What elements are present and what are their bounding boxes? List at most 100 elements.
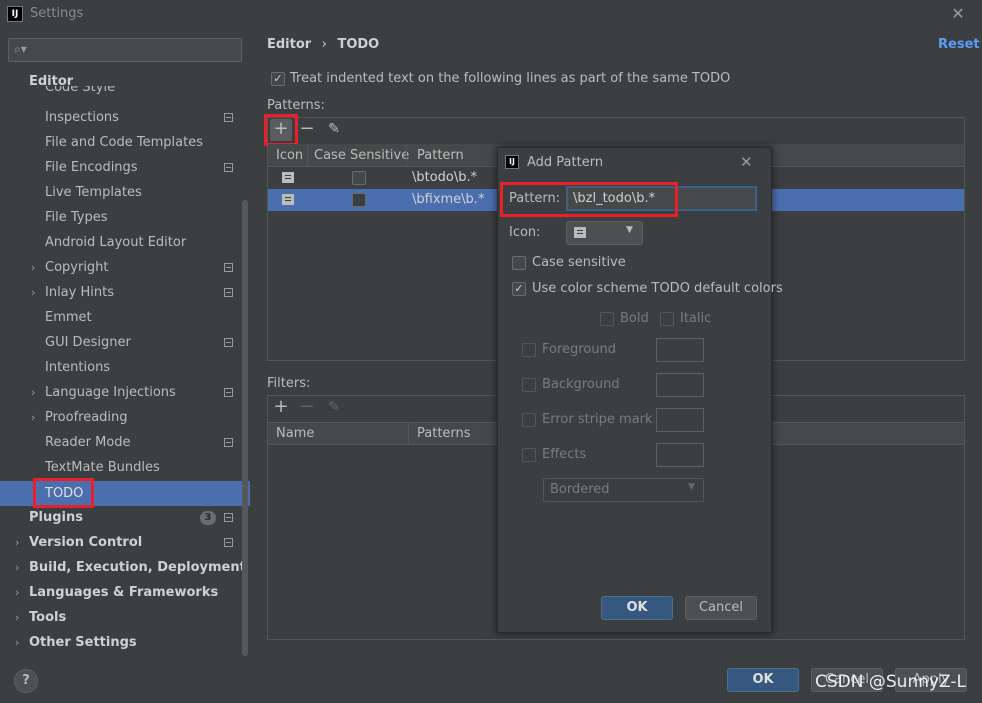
- sidebar-item-android-layout-editor[interactable]: Android Layout Editor: [0, 230, 250, 255]
- sidebar-item-inlay-hints[interactable]: › Inlay Hints: [0, 280, 250, 305]
- chevron-right-icon[interactable]: ›: [15, 630, 19, 655]
- plugins-update-badge: 3: [200, 511, 216, 525]
- error-stripe-checkbox[interactable]: [522, 413, 536, 427]
- sidebar-item-file-code-templates[interactable]: File and Code Templates: [0, 130, 250, 155]
- search-icon: ⌕▾: [14, 42, 27, 56]
- breadcrumb: Editor › TODO: [267, 37, 379, 52]
- dialog-title: Add Pattern: [527, 155, 604, 170]
- bold-checkbox[interactable]: [600, 312, 614, 326]
- close-icon[interactable]: ✕: [948, 4, 968, 24]
- indent-todo-label: Treat indented text on the following lin…: [290, 71, 731, 86]
- todo-icon: [574, 227, 586, 238]
- case-sensitive-checkbox[interactable]: [352, 193, 366, 207]
- error-stripe-label: Error stripe mark: [542, 412, 653, 427]
- column-header-icon[interactable]: Icon: [276, 148, 303, 163]
- window-title: Settings: [30, 6, 84, 21]
- column-header-patterns[interactable]: Patterns: [417, 426, 471, 441]
- sidebar-scrollbar[interactable]: [242, 200, 248, 656]
- column-header-name[interactable]: Name: [276, 426, 314, 441]
- case-sensitive-checkbox[interactable]: [352, 171, 366, 185]
- project-settings-icon: [224, 388, 233, 397]
- foreground-checkbox[interactable]: [522, 343, 536, 357]
- error-stripe-color-swatch[interactable]: [656, 408, 704, 432]
- effects-style-value: Bordered: [550, 482, 610, 497]
- sidebar-item-proofreading[interactable]: › Proofreading: [0, 405, 250, 430]
- sidebar-item-live-templates[interactable]: Live Templates: [0, 180, 250, 205]
- chevron-right-icon[interactable]: ›: [15, 580, 19, 605]
- project-settings-icon: [224, 163, 233, 172]
- edit-filter-icon[interactable]: ✎: [323, 397, 345, 419]
- sidebar-item-languages-frameworks[interactable]: › Languages & Frameworks: [0, 580, 250, 605]
- sidebar-item-file-encodings[interactable]: File Encodings: [0, 155, 250, 180]
- default-colors-label: Use color scheme TODO default colors: [532, 281, 783, 296]
- case-sensitive-checkbox[interactable]: [512, 256, 526, 270]
- background-checkbox[interactable]: [522, 378, 536, 392]
- sidebar-item-reader-mode[interactable]: Reader Mode: [0, 430, 250, 455]
- todo-icon: [282, 172, 294, 183]
- sidebar-item-tools[interactable]: › Tools: [0, 605, 250, 630]
- pattern-cell: \btodo\b.*: [412, 170, 478, 185]
- breadcrumb-separator: ›: [321, 37, 327, 52]
- remove-filter-button[interactable]: −: [296, 397, 318, 419]
- dialog-cancel-button[interactable]: Cancel: [685, 596, 757, 620]
- title-bar: [0, 0, 982, 30]
- chevron-right-icon[interactable]: ›: [31, 280, 35, 305]
- effects-color-swatch[interactable]: [656, 443, 704, 467]
- column-divider: [408, 422, 409, 445]
- add-filter-button[interactable]: +: [270, 397, 292, 419]
- ok-button[interactable]: OK: [727, 668, 799, 692]
- highlight-box: [264, 114, 298, 146]
- watermark: CSDN @SunnyZ-L: [815, 672, 966, 692]
- sidebar-item-language-injections[interactable]: › Language Injections: [0, 380, 250, 405]
- chevron-right-icon[interactable]: ›: [15, 530, 19, 555]
- indent-todo-checkbox[interactable]: ✓: [271, 72, 285, 86]
- sidebar-item-inspections[interactable]: Inspections: [0, 105, 250, 130]
- column-header-pattern[interactable]: Pattern: [417, 148, 464, 163]
- sidebar-item-file-types[interactable]: File Types: [0, 205, 250, 230]
- breadcrumb-current: TODO: [337, 37, 380, 52]
- sidebar-item-build-execution-deployment[interactable]: › Build, Execution, Deployment: [0, 555, 250, 580]
- chevron-right-icon[interactable]: ›: [31, 380, 35, 405]
- chevron-right-icon[interactable]: ›: [31, 405, 35, 430]
- column-divider: [406, 144, 407, 167]
- italic-checkbox[interactable]: [660, 312, 674, 326]
- highlight-box: [33, 478, 94, 508]
- breadcrumb-parent[interactable]: Editor: [267, 37, 311, 52]
- project-settings-icon: [224, 438, 233, 447]
- todo-icon: [282, 194, 294, 205]
- bold-label: Bold: [620, 311, 649, 326]
- column-divider: [307, 144, 308, 167]
- dialog-ok-button[interactable]: OK: [601, 596, 673, 620]
- close-icon[interactable]: ✕: [740, 153, 753, 171]
- foreground-color-swatch[interactable]: [656, 338, 704, 362]
- effects-checkbox[interactable]: [522, 448, 536, 462]
- chevron-down-icon: ▼: [688, 482, 695, 492]
- default-colors-checkbox[interactable]: ✓: [512, 282, 526, 296]
- icon-label: Icon:: [509, 225, 541, 240]
- sidebar-item-copyright[interactable]: › Copyright: [0, 255, 250, 280]
- project-settings-icon: [224, 263, 233, 272]
- reset-link[interactable]: Reset: [938, 37, 980, 52]
- chevron-right-icon[interactable]: ›: [15, 605, 19, 630]
- sidebar-item-other-settings[interactable]: › Other Settings: [0, 630, 250, 655]
- background-color-swatch[interactable]: [656, 373, 704, 397]
- remove-pattern-button[interactable]: −: [296, 119, 318, 141]
- edit-pattern-icon[interactable]: ✎: [323, 119, 345, 141]
- column-header-case-sensitive[interactable]: Case Sensitive: [314, 148, 409, 163]
- sidebar-item-gui-designer[interactable]: GUI Designer: [0, 330, 250, 355]
- sidebar-item-intentions[interactable]: Intentions: [0, 355, 250, 380]
- sidebar-item-emmet[interactable]: Emmet: [0, 305, 250, 330]
- chevron-right-icon[interactable]: ›: [15, 555, 19, 580]
- chevron-right-icon[interactable]: ›: [31, 255, 35, 280]
- italic-label: Italic: [680, 311, 712, 326]
- background-label: Background: [542, 377, 620, 392]
- app-logo-icon: IJ: [505, 155, 519, 169]
- chevron-down-icon: ▼: [626, 225, 633, 235]
- effects-label: Effects: [542, 447, 587, 462]
- sidebar-item-version-control[interactable]: › Version Control: [0, 530, 250, 555]
- help-button[interactable]: ?: [14, 669, 38, 693]
- case-sensitive-label: Case sensitive: [532, 255, 626, 270]
- sidebar-item-textmate-bundles[interactable]: TextMate Bundles: [0, 455, 250, 480]
- search-input[interactable]: [8, 38, 242, 62]
- sidebar-item-code-style[interactable]: Code Style: [0, 86, 250, 100]
